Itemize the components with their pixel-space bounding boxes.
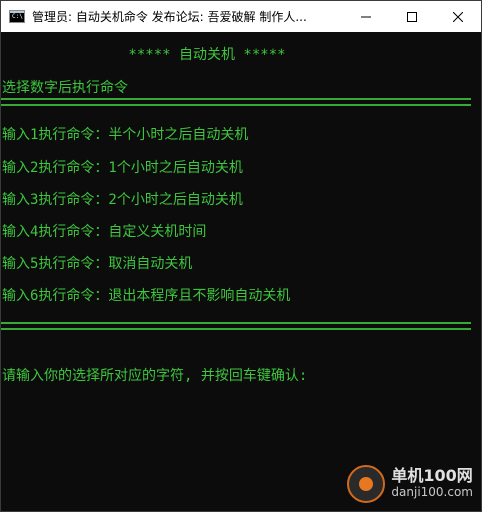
cmd-icon: C:\ (9, 10, 25, 23)
scrollbar[interactable] (471, 32, 481, 511)
option-6: 输入6执行命令：退出本程序且不影响自动关机 (2, 288, 291, 304)
divider-top (1, 98, 471, 106)
close-button[interactable] (435, 1, 481, 32)
input-prompt: 请输入你的选择所对应的字符, 并按回车键确认: (2, 368, 308, 384)
watermark-url: danji100.com (391, 485, 473, 499)
maximize-icon (407, 11, 417, 22)
close-icon (453, 11, 463, 22)
maximize-button[interactable] (389, 1, 435, 32)
console-window: C:\ 管理员: 自动关机命令 发布论坛: 吾爱破解 制作人... ***** … (0, 0, 482, 512)
option-5: 输入5执行命令：取消自动关机 (2, 256, 193, 272)
watermark-title: 单机100网 (391, 466, 473, 485)
console-prompt: 选择数字后执行命令 (2, 80, 128, 96)
divider-bottom (1, 322, 471, 330)
option-2: 输入2执行命令：1个小时之后自动关机 (2, 160, 243, 176)
watermark: 单机100网 danji100.com (347, 465, 473, 503)
option-3: 输入3执行命令：2个小时之后自动关机 (2, 192, 243, 208)
site-logo-icon (347, 465, 386, 503)
option-1: 输入1执行命令：半个小时之后自动关机 (2, 127, 249, 143)
title-bar[interactable]: C:\ 管理员: 自动关机命令 发布论坛: 吾爱破解 制作人... (1, 1, 481, 32)
minimize-button[interactable] (343, 1, 389, 32)
option-4: 输入4执行命令：自定义关机时间 (2, 224, 207, 240)
console-output[interactable]: ***** 自动关机 ***** 选择数字后执行命令 输入1执行命令：半个小时之… (1, 32, 481, 511)
minimize-icon (361, 16, 371, 17)
window-title: 管理员: 自动关机命令 发布论坛: 吾爱破解 制作人... (32, 10, 307, 24)
console-heading: ***** 自动关机 ***** (2, 47, 286, 63)
